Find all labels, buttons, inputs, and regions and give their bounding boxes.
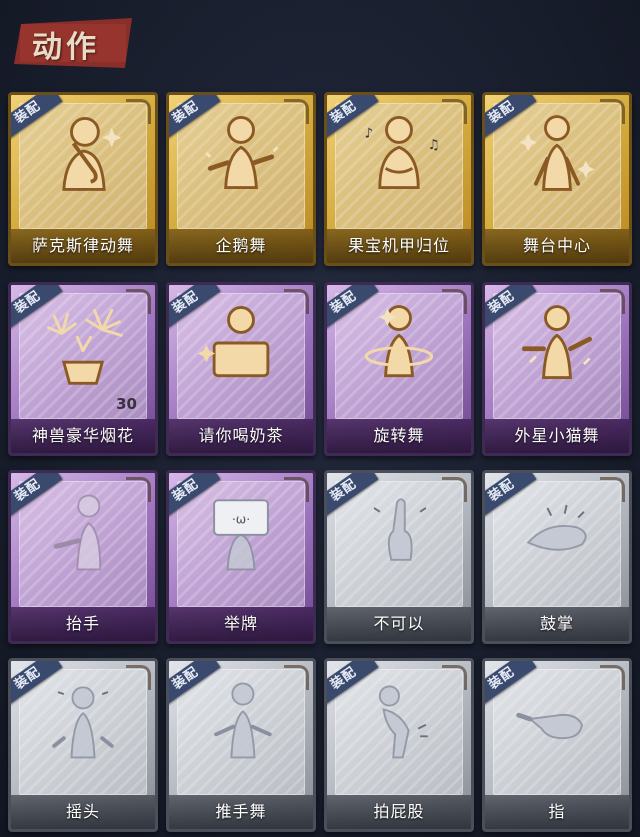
emote-card[interactable]: 装配 拍屁股 — [324, 658, 474, 832]
card-label: 请你喝奶茶 — [169, 419, 313, 453]
emote-card[interactable]: 装配 企鹅舞 — [166, 92, 316, 266]
card-label: 鼓掌 — [485, 607, 629, 641]
card-label: 企鹅舞 — [169, 229, 313, 263]
emote-card[interactable]: 装配 外星小猫舞 — [482, 282, 632, 456]
emote-card[interactable]: 装配 抬手 — [8, 470, 158, 644]
card-label: 舞台中心 — [485, 229, 629, 263]
emote-card[interactable]: 装配 不可以 — [324, 470, 474, 644]
emote-card[interactable]: 装配 请你喝奶茶 — [166, 282, 316, 456]
svg-text:♪: ♪ — [364, 127, 373, 142]
emote-card[interactable]: 装配 ·ω· 举牌 — [166, 470, 316, 644]
emote-card[interactable]: 装配 鼓掌 — [482, 470, 632, 644]
card-label: 萨克斯律动舞 — [11, 229, 155, 263]
card-label: 神兽豪华烟花 — [11, 419, 155, 453]
item-count: 30 — [116, 395, 137, 413]
emote-grid: 装配 萨克斯律动舞 装配 企鹅舞 装配 ♪ ♫ 果宝机甲归位 装配 舞台中心 装… — [0, 0, 640, 837]
point-icon — [516, 712, 583, 740]
spin-dance-icon — [364, 305, 434, 378]
emote-card[interactable]: 装配 ♪ ♫ 果宝机甲归位 — [324, 92, 474, 266]
push-hand-dance-icon — [214, 682, 272, 759]
emote-card[interactable]: 装配 舞台中心 — [482, 92, 632, 266]
fireworks-icon — [47, 308, 123, 385]
card-label: 摇头 — [11, 795, 155, 829]
hold-sign-icon: ·ω· — [213, 499, 269, 571]
section-title: 动作 — [32, 30, 100, 65]
card-label: 不可以 — [327, 607, 471, 641]
stage-center-icon — [519, 115, 595, 191]
card-label: 旋转舞 — [327, 419, 471, 453]
penguin-dance-icon — [205, 116, 279, 189]
card-label: 举牌 — [169, 607, 313, 641]
clap-icon — [526, 504, 587, 551]
emote-card[interactable]: 装配 旋转舞 — [324, 282, 474, 456]
emote-card[interactable]: 装配 指 — [482, 658, 632, 832]
svg-text:♫: ♫ — [428, 138, 440, 153]
emote-card[interactable]: 装配 摇头 — [8, 658, 158, 832]
milk-tea-icon — [197, 306, 270, 378]
alien-cat-dance-icon — [521, 305, 593, 379]
svg-text:·ω·: ·ω· — [232, 511, 250, 526]
card-label: 推手舞 — [169, 795, 313, 829]
emote-card[interactable]: 装配 推手舞 — [166, 658, 316, 832]
saxophone-dance-icon — [62, 117, 122, 191]
card-label: 拍屁股 — [327, 795, 471, 829]
emote-card[interactable]: 装配 30 神兽豪华烟花 — [8, 282, 158, 456]
emote-card[interactable]: 装配 萨克斯律动舞 — [8, 92, 158, 266]
raise-hand-icon — [53, 494, 102, 571]
finger-wag-icon — [373, 498, 427, 561]
card-label: 外星小猫舞 — [485, 419, 629, 453]
card-label: 抬手 — [11, 607, 155, 641]
pat-butt-icon — [378, 685, 428, 759]
card-label: 果宝机甲归位 — [327, 229, 471, 263]
mecha-pose-icon: ♪ ♫ — [364, 116, 440, 189]
card-label: 指 — [485, 795, 629, 829]
shake-head-icon — [52, 686, 114, 759]
